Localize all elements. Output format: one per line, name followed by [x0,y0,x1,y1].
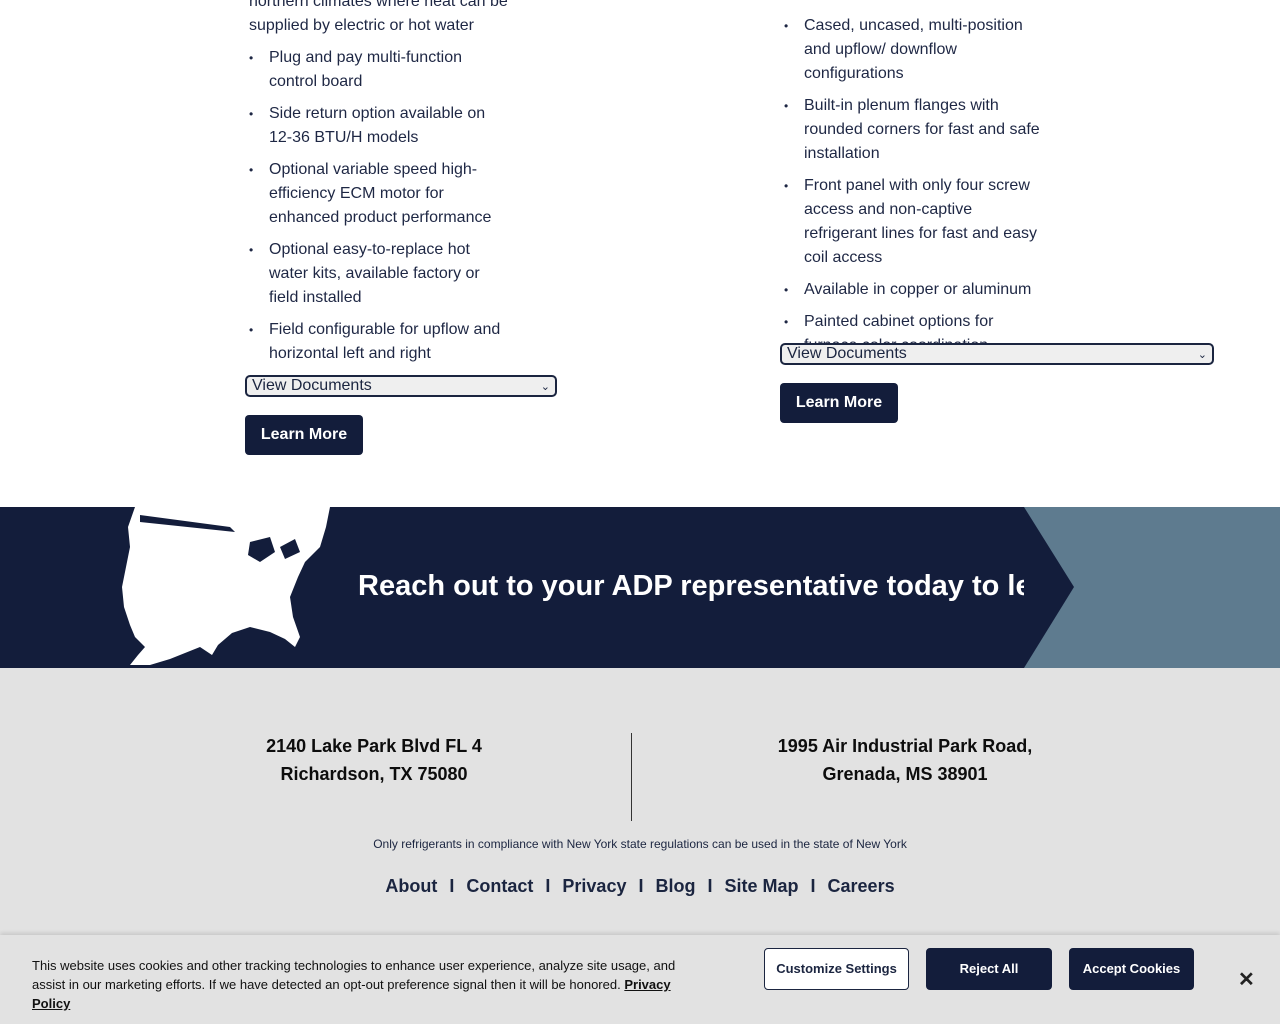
footer-nav: About I Contact I Privacy I Blog I Site Map I Care… [0,876,1280,897]
contact-rep-banner[interactable]: Reach out to your ADP representative tod… [0,507,1280,668]
cookie-message: This website uses cookies and other trac… [32,956,682,1013]
feature-item: Available in copper or aluminum [784,278,1044,302]
chevron-down-icon: ⌄ [1197,349,1207,361]
feature-item: Front panel with only four screw access … [784,174,1044,270]
feature-item: Plug and pay multi-function control boar… [249,46,509,94]
select-value: View Documents [787,345,907,362]
view-documents-select-right[interactable]: View Documents ⌄ [780,343,1214,365]
cookie-message-text: This website uses cookies and other trac… [32,958,676,992]
address-grenada: 1995 Air Industrial Park Road, Grenada, … [740,732,1070,788]
feature-item: Cased, uncased, multi-position and upflo… [784,14,1044,86]
footer-link-site-map[interactable]: Site Map [715,876,809,896]
feature-item: northern climates where heat can be supp… [249,0,508,34]
product-features-right: Cased, uncased, multi-position and upflo… [784,14,1044,366]
address-line: Grenada, MS 38901 [822,764,988,784]
address-divider [631,733,632,821]
footer-link-about[interactable]: About [375,876,447,896]
address-line: 2140 Lake Park Blvd FL 4 [266,736,482,756]
close-icon[interactable]: ✕ [1238,967,1255,992]
address-richardson: 2140 Lake Park Blvd FL 4 Richardson, TX … [224,732,524,788]
chevron-down-icon: ⌄ [540,381,550,393]
product-features-left: northern climates where heat can be supp… [249,0,509,374]
footer-link-contact[interactable]: Contact [456,876,543,896]
banner-headline: Reach out to your ADP representative tod… [358,570,1024,602]
customize-settings-button[interactable]: Customize Settings [764,948,909,990]
feature-item: Optional variable speed high-efficiency … [249,158,509,230]
nav-separator: I [810,876,816,896]
nav-separator: I [707,876,713,896]
feature-item: Optional easy-to-replace hot water kits,… [249,238,509,310]
select-value: View Documents [252,377,372,394]
view-documents-select-left[interactable]: View Documents ⌄ [245,375,557,397]
footer-link-careers[interactable]: Careers [818,876,905,896]
reject-all-button[interactable]: Reject All [926,948,1052,990]
learn-more-button-left[interactable]: Learn More [245,415,363,455]
cookie-consent-banner: This website uses cookies and other trac… [0,935,1280,1024]
refrigerant-notice: Only refrigerants in compliance with New… [373,837,907,851]
address-line: 1995 Air Industrial Park Road, [777,736,1033,756]
feature-item: Built-in plenum flanges with rounded cor… [784,94,1044,166]
feature-list-left: northern climates where heat can be supp… [249,0,509,366]
feature-list-right: Cased, uncased, multi-position and upflo… [784,14,1044,358]
footer-link-blog[interactable]: Blog [645,876,705,896]
learn-more-button-right[interactable]: Learn More [780,383,898,423]
accept-cookies-button[interactable]: Accept Cookies [1069,948,1194,990]
address-line: Richardson, TX 75080 [280,764,468,784]
feature-item: Side return option available on 12-36 BT… [249,102,509,150]
footer-link-privacy[interactable]: Privacy [552,876,636,896]
feature-item: Field configurable for upflow and horizo… [249,318,509,366]
